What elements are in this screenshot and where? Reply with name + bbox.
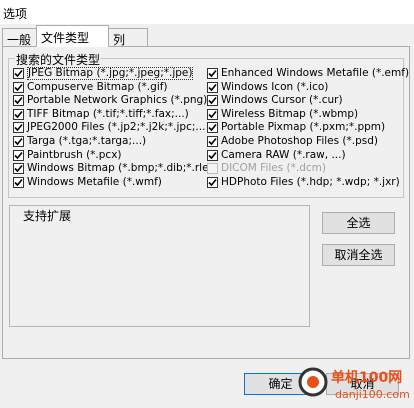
- checkbox-checked-icon[interactable]: [13, 122, 24, 134]
- file-types-group-label: 搜索的文件类型: [15, 51, 102, 68]
- checkbox-checked-icon[interactable]: [13, 108, 24, 120]
- tab-file-types[interactable]: 文件类型: [36, 25, 109, 47]
- filetype-label: JPEG Bitmap (*.jpg;*.jpeg;*.jpe): [27, 67, 194, 80]
- checkbox-checked-icon[interactable]: [207, 176, 218, 188]
- watermark-text: 单机100网: [331, 369, 402, 386]
- tab-general[interactable]: 一般: [2, 28, 37, 47]
- filetype-label: Paintbrush (*.pcx): [27, 148, 122, 161]
- checkbox-checked-icon[interactable]: [207, 95, 218, 107]
- filetype-label: Enhanced Windows Metafile (*.emf): [221, 67, 410, 79]
- checkbox-checked-icon[interactable]: [207, 122, 218, 134]
- checkbox-checked-icon[interactable]: [207, 136, 218, 147]
- filetype-label: Portable Network Graphics (*.png): [27, 94, 208, 107]
- filetype-label: Portable Pixmap (*.pxm;*.ppm): [221, 121, 386, 134]
- watermark-icon: 单机100网 danji100.com: [298, 367, 410, 401]
- checkbox-checked-icon[interactable]: [13, 136, 24, 147]
- checkbox-checked-icon[interactable]: [13, 149, 24, 161]
- window-title: 选项: [3, 7, 28, 21]
- supported-extensions-label: 支持扩展: [23, 209, 72, 223]
- filetype-label: Wireless Bitmap (*.wbmp): [221, 107, 359, 120]
- checkbox-checked-icon[interactable]: [13, 68, 24, 79]
- filetype-label: Windows Metafile (*.wmf): [27, 175, 162, 188]
- filetype-label: HDPhoto Files (*.hdp; *.wdp; *.jxr): [221, 175, 400, 188]
- checkbox-checked-icon[interactable]: [207, 108, 218, 120]
- checkbox-checked-icon[interactable]: [13, 81, 24, 93]
- filetype-label: Camera RAW (*.raw, ...): [221, 148, 346, 161]
- checkbox-checked-icon[interactable]: [13, 176, 24, 188]
- filetype-label: Compuserve Bitmap (*.gif): [27, 80, 168, 93]
- filetype-label: DICOM Files (*.dcm): [221, 162, 326, 175]
- tab-columns[interactable]: 列: [108, 28, 148, 47]
- file-types-panel: 搜索的文件类型 JPEG Bitmap (*.jpg;*.jpeg;*.jpe)…: [2, 46, 410, 359]
- filetype-label: Adobe Photoshop Files (*.psd): [221, 135, 379, 147]
- filetype-label: JPEG2000 Files (*.jp2;*.j2k;*.jpc;...: [27, 121, 206, 134]
- deselect-all-button[interactable]: 取消全选: [322, 244, 395, 266]
- checkbox-checked-icon[interactable]: [13, 163, 24, 175]
- filetype-label: Windows Cursor (*.cur): [221, 94, 343, 107]
- checkbox-unchecked-icon[interactable]: [207, 163, 218, 175]
- filetype-label: Targa (*.tga;*.targa;...): [27, 135, 147, 147]
- filetype-label: Windows Bitmap (*.bmp;*.dib;*.rle): [27, 162, 213, 175]
- filetype-label: TIFF Bitmap (*.tif;*.tiff;*.fax;...): [27, 107, 189, 120]
- checkbox-checked-icon[interactable]: [207, 149, 218, 161]
- watermark-url: danji100.com: [335, 388, 410, 401]
- watermark-logo: 单机100网 danji100.com: [295, 360, 414, 405]
- checkbox-checked-icon[interactable]: [13, 95, 24, 107]
- filetype-label: Windows Icon (*.ico): [221, 80, 329, 93]
- select-all-button[interactable]: 全选: [322, 212, 395, 234]
- checkbox-checked-icon[interactable]: [207, 81, 218, 93]
- title-bar: 选项: [0, 0, 414, 24]
- checkbox-checked-icon[interactable]: [207, 68, 218, 79]
